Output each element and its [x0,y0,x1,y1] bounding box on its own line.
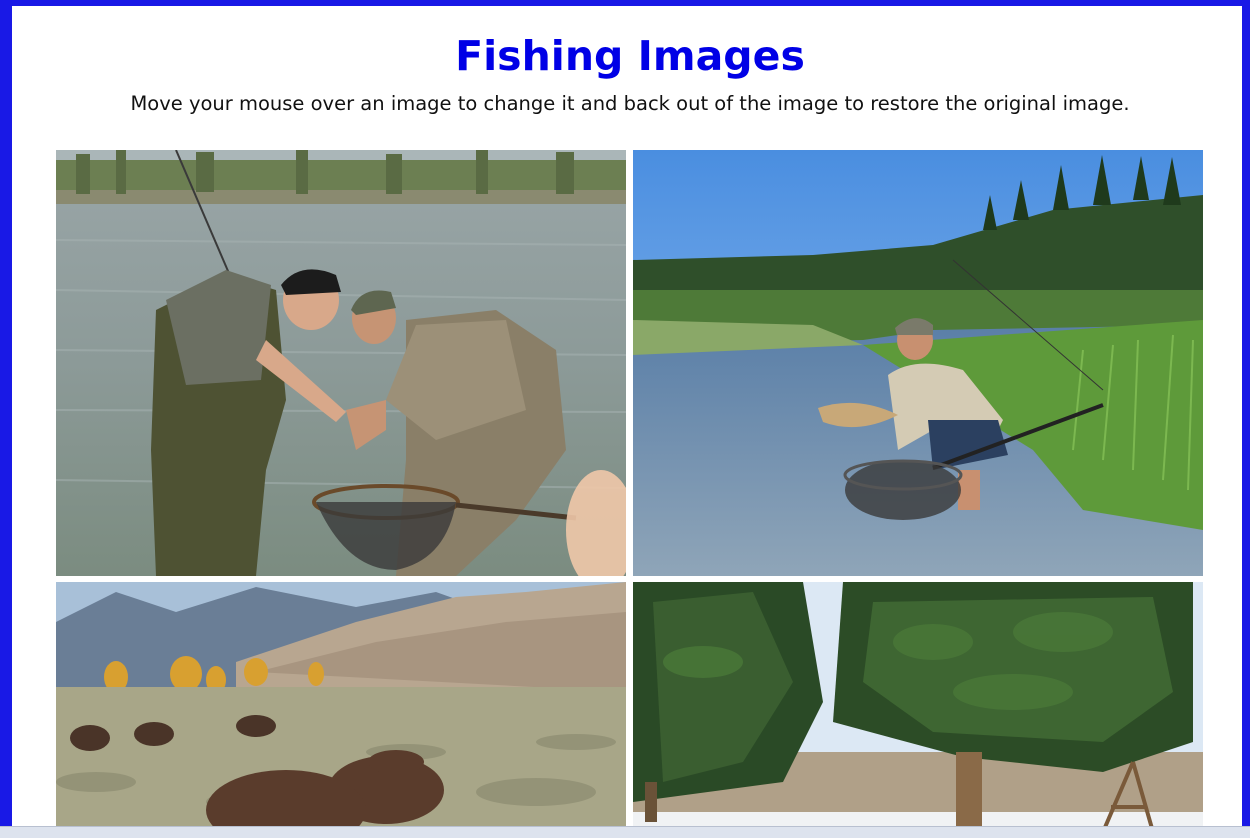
page-title: Fishing Images [455,32,805,80]
page-frame: Fishing Images Move your mouse over an i… [0,0,1250,838]
rollover-image-trees[interactable] [633,582,1203,838]
page-content: Fishing Images Move your mouse over an i… [12,6,1242,838]
stream-angler-photo [633,150,1203,576]
bison-photo [56,582,626,838]
rollover-image-bison[interactable] [56,582,626,838]
rollover-image-stream-angler[interactable] [633,150,1203,576]
trees-photo [633,582,1203,838]
rollover-image-anglers-net[interactable] [56,150,626,576]
anglers-photo [56,150,626,576]
browser-status-bar [0,826,1250,838]
instructions-text: Move your mouse over an image to change … [130,92,1130,115]
